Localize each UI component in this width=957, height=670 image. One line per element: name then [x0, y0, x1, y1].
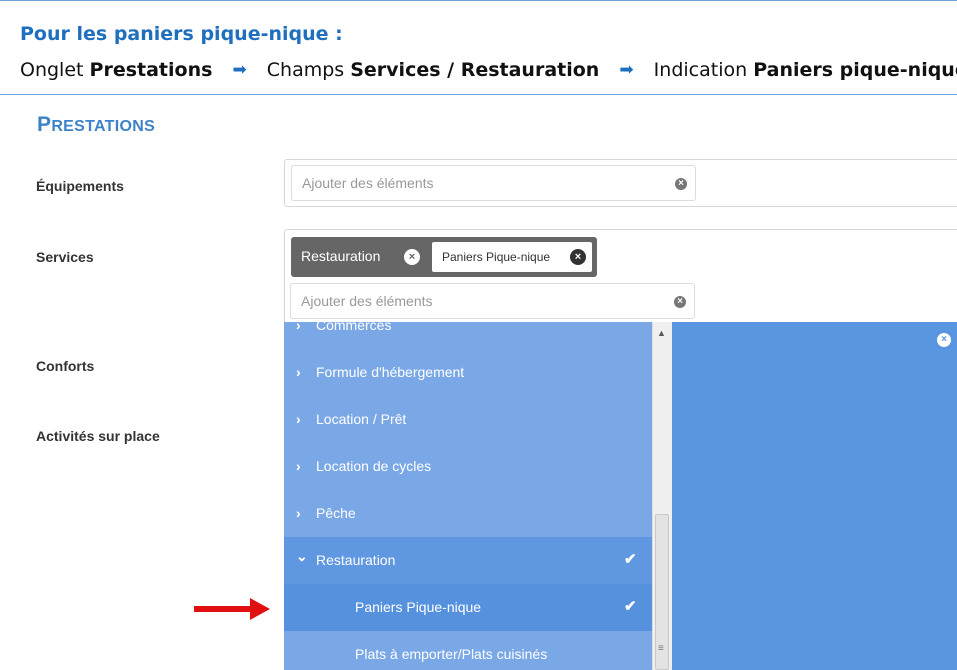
close-icon[interactable]: × — [937, 333, 951, 347]
step-1-prefix: Onglet — [20, 59, 84, 81]
scroll-grip-icon: ≡ — [658, 643, 664, 654]
equipements-label: Équipements — [36, 178, 124, 194]
arrow-right-icon: ➡ — [232, 60, 247, 80]
dropdown-item-label: Location / Prêt — [316, 411, 407, 427]
chevron-right-icon: › — [296, 505, 301, 521]
dropdown-scrollbar[interactable]: ▲ ≡ — [652, 322, 672, 670]
chevron-down-icon: ⌄ — [296, 548, 308, 564]
step-1-bold: Prestations — [89, 59, 213, 81]
dropdown-item-label: Restauration — [316, 552, 396, 568]
section-title: PRESTATIONS — [37, 113, 155, 137]
instruction-banner: Pour les paniers pique-nique : Onglet Pr… — [0, 0, 957, 95]
chevron-right-icon: › — [296, 458, 301, 474]
clear-icon[interactable]: × — [674, 296, 686, 308]
equipements-input[interactable]: Ajouter des éléments × — [291, 165, 696, 201]
step-3-bold: Paniers pique-nique — [753, 59, 957, 81]
chevron-right-icon: › — [296, 322, 301, 333]
check-icon: ✔ — [624, 598, 637, 615]
scroll-thumb[interactable]: ≡ — [655, 514, 669, 670]
step-3: Indication Paniers pique-nique — [654, 59, 957, 81]
dropdown-item-peche[interactable]: › Pêche — [284, 490, 652, 537]
services-input[interactable]: Ajouter des éléments × — [290, 283, 695, 319]
remove-tag-icon[interactable]: × — [570, 249, 586, 265]
instruction-steps: Onglet Prestations ➡ Champs Services / R… — [20, 59, 957, 81]
dropdown-item-label: Formule d'hébergement — [316, 364, 465, 380]
activites-label: Activités sur place — [36, 428, 160, 444]
step-2-bold: Services / Restauration — [350, 59, 600, 81]
chevron-right-icon: › — [296, 364, 301, 380]
dropdown-item-label: Paniers Pique-nique — [355, 599, 482, 615]
pointer-arrow-icon — [194, 598, 270, 620]
dropdown-item-location-cycles[interactable]: › Location de cycles — [284, 443, 652, 490]
remove-tag-icon[interactable]: × — [404, 249, 420, 265]
selected-panel — [672, 322, 957, 670]
tag-paniers-pique-nique[interactable]: Paniers Pique-nique × — [432, 242, 592, 272]
services-dropdown[interactable]: › Commerces › Formule d'hébergement › Lo… — [284, 322, 652, 670]
dropdown-item-label: Location de cycles — [316, 458, 432, 474]
instruction-title: Pour les paniers pique-nique : — [20, 23, 343, 45]
dropdown-item-paniers-pique-nique[interactable]: Paniers Pique-nique ✔ — [284, 584, 652, 631]
check-icon: ✔ — [624, 551, 637, 568]
section-title-initial: P — [37, 113, 52, 136]
dropdown-item-label: Commerces — [316, 322, 392, 333]
dropdown-item-formule[interactable]: › Formule d'hébergement — [284, 349, 652, 396]
dropdown-item-plats-a-emporter[interactable]: Plats à emporter/Plats cuisinés — [284, 631, 652, 670]
dropdown-item-label: Plats à emporter/Plats cuisinés — [355, 646, 548, 662]
dropdown-item-commerces[interactable]: › Commerces — [284, 322, 652, 349]
dropdown-item-label: Pêche — [316, 505, 356, 521]
dropdown-item-restauration[interactable]: ⌄ Restauration ✔ — [284, 537, 652, 584]
step-2-prefix: Champs — [266, 59, 345, 81]
step-3-prefix: Indication — [653, 59, 748, 81]
pointer-arrow-head — [250, 598, 270, 620]
step-1: Onglet Prestations — [20, 59, 212, 81]
equipements-placeholder: Ajouter des éléments — [302, 175, 434, 191]
services-placeholder: Ajouter des éléments — [301, 293, 433, 309]
clear-icon[interactable]: × — [675, 178, 687, 190]
tag-paniers-label: Paniers Pique-nique — [442, 250, 551, 264]
arrow-right-icon: ➡ — [619, 60, 634, 80]
scroll-up-icon[interactable]: ▲ — [657, 328, 666, 338]
tag-restauration-label: Restauration — [301, 248, 381, 264]
pointer-arrow-shaft — [194, 606, 252, 612]
section-title-rest: RESTATIONS — [51, 118, 156, 135]
conforts-label: Conforts — [36, 358, 95, 374]
services-label: Services — [36, 249, 94, 265]
dropdown-item-location-pret[interactable]: › Location / Prêt — [284, 396, 652, 443]
equipements-field[interactable]: Ajouter des éléments × — [284, 159, 957, 207]
step-2: Champs Services / Restauration — [267, 59, 600, 81]
chevron-right-icon: › — [296, 411, 301, 427]
